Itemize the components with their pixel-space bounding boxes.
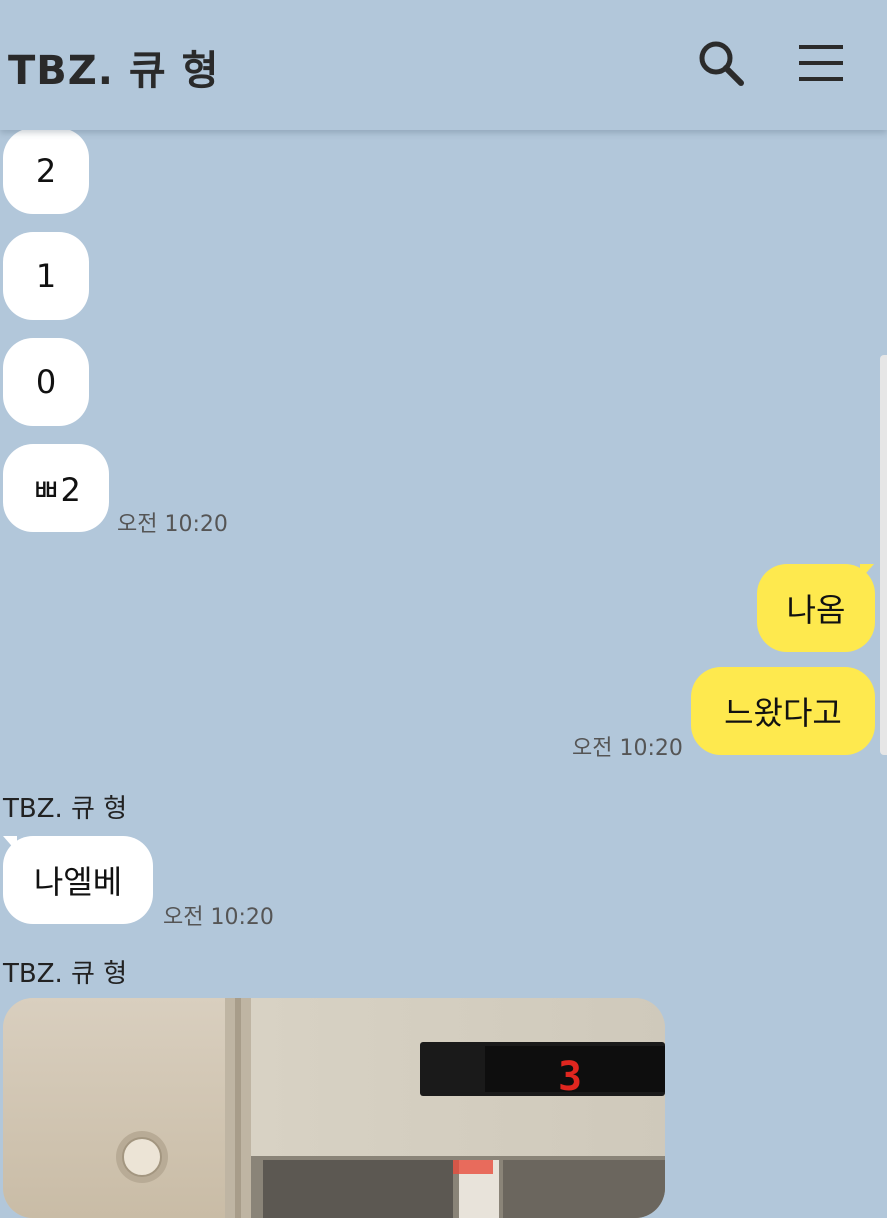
floor-number: 3 [558,1054,582,1100]
photo-message[interactable]: 3 [3,998,665,1218]
bubble-tail [860,564,874,580]
elevator-photo: 3 [3,998,665,1218]
message-timestamp: 오전 10:20 [572,736,683,761]
scrollbar[interactable] [880,355,887,755]
sender-name: TBZ. 큐 형 [3,794,128,824]
message-bubble-received[interactable]: ㅃ2 [3,444,109,532]
message-bubble-sent[interactable]: 나옴 [757,564,875,652]
message-timestamp: 오전 10:20 [163,905,274,930]
sender-name: TBZ. 큐 형 [3,959,128,989]
message-bubble-received[interactable]: 2 [3,128,89,214]
chat-header: TBZ. 큐 형 [0,0,887,130]
message-bubble-received[interactable]: 1 [3,232,89,320]
search-icon[interactable] [696,38,746,88]
chat-title: TBZ. 큐 형 [8,48,220,94]
message-bubble-received[interactable]: 나엘베 [3,836,153,924]
message-bubble-received[interactable]: 0 [3,338,89,426]
hamburger-menu-icon[interactable] [796,38,846,88]
message-timestamp: 오전 10:20 [117,512,228,537]
message-bubble-sent[interactable]: 느왔다고 [691,667,875,755]
